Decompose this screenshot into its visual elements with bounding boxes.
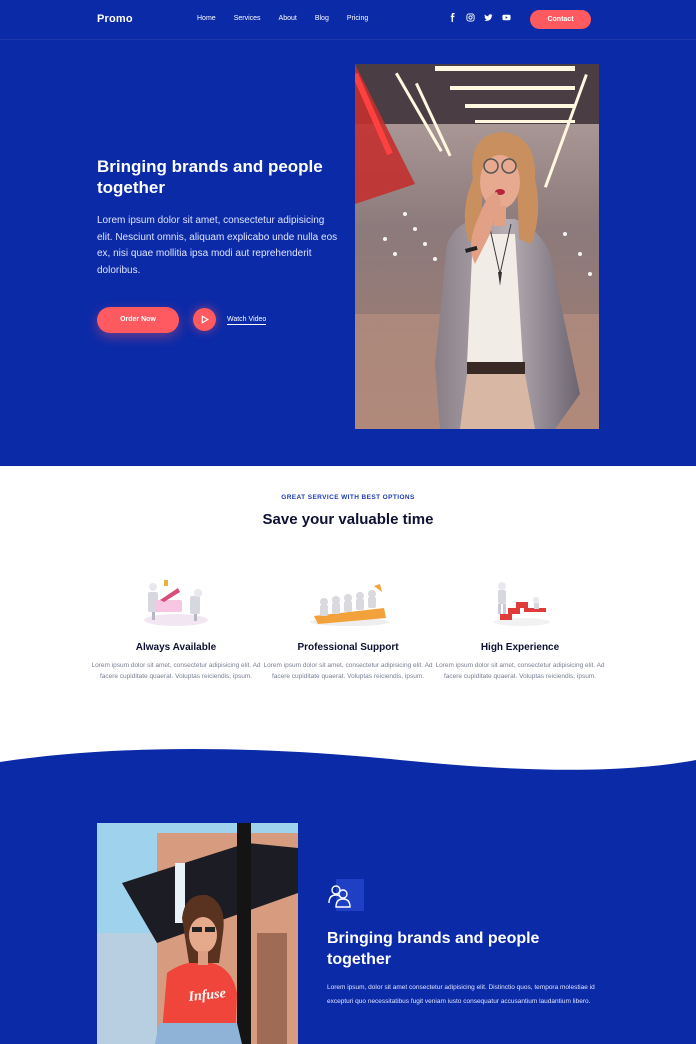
service-card-available: Always Available Lorem ipsum dolor sit a… — [90, 578, 262, 682]
high-experience-illustration — [434, 578, 606, 630]
services-eyebrow: GREAT SERVICE WITH BEST OPTIONS — [281, 494, 415, 501]
social-links — [448, 13, 511, 22]
service-card-experience: High Experience Lorem ipsum dolor sit am… — [434, 578, 606, 682]
services-title: Save your valuable time — [262, 511, 434, 528]
instagram-icon[interactable] — [466, 13, 475, 22]
brand-logo[interactable]: Promo — [97, 13, 133, 25]
order-now-button[interactable]: Order Now — [97, 307, 179, 333]
service-text-available: Lorem ipsum dolor sit amet, consectetur … — [91, 662, 261, 680]
hero-photo — [355, 64, 599, 429]
nav-item-blog[interactable]: Blog — [315, 15, 329, 22]
always-available-illustration — [90, 578, 262, 630]
hero-title: Bringing brands and people together — [97, 157, 323, 197]
play-video-button[interactable] — [193, 308, 216, 331]
service-title-available: Always Available — [135, 642, 217, 653]
top-nav: Promo Home Services About Blog Pricing C… — [0, 0, 696, 40]
nav-menu: Home Services About Blog Pricing — [197, 15, 386, 22]
twitter-icon[interactable] — [484, 13, 493, 22]
about-title: Bringing brands and people together — [327, 930, 540, 968]
play-icon — [201, 315, 209, 324]
users-icon — [326, 879, 364, 911]
landing-page: Promo Home Services About Blog Pricing C… — [0, 0, 696, 1044]
watch-video-link[interactable]: Watch Video — [227, 316, 267, 325]
professional-support-illustration — [262, 578, 434, 630]
service-card-support: Professional Support Lorem ipsum dolor s… — [262, 578, 434, 682]
contact-button[interactable]: Contact — [530, 10, 591, 29]
service-text-support: Lorem ipsum dolor sit amet, consectetur … — [263, 662, 433, 680]
nav-item-pricing[interactable]: Pricing — [347, 15, 368, 22]
facebook-icon[interactable] — [448, 13, 457, 22]
service-text-experience: Lorem ipsum dolor sit amet, consectetur … — [435, 662, 605, 680]
about-description: Lorem ipsum, dolor sit amet consectetur … — [327, 984, 595, 1005]
hero-section: Promo Home Services About Blog Pricing C… — [0, 0, 696, 466]
youtube-icon[interactable] — [502, 13, 511, 22]
nav-item-services[interactable]: Services — [234, 15, 261, 22]
service-title-support: Professional Support — [297, 642, 399, 653]
service-title-experience: High Experience — [480, 642, 560, 653]
nav-item-about[interactable]: About — [279, 15, 297, 22]
hero-description: Lorem ipsum dolor sit amet, consectetur … — [97, 215, 338, 276]
about-photo: Infuse — [97, 823, 298, 1044]
nav-item-home[interactable]: Home — [197, 15, 216, 22]
